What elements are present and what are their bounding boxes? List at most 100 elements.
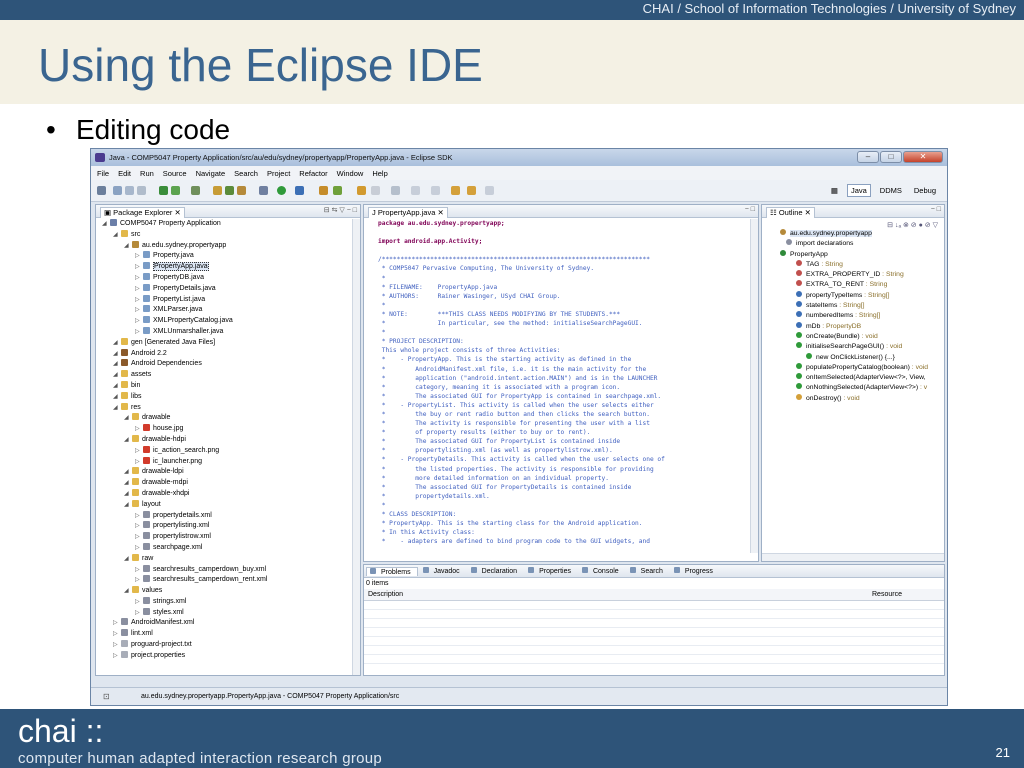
- tree-item[interactable]: ▷ project.properties: [96, 650, 360, 662]
- outline-item[interactable]: onItemSelected(AdapterView<?>, View,: [762, 373, 944, 383]
- editor-scrollbar[interactable]: [750, 219, 758, 553]
- prev-annotation-icon[interactable]: [431, 186, 440, 195]
- tree-item[interactable]: ▷ PropertyApp.java: [96, 262, 360, 273]
- tree-item[interactable]: ◢ values: [96, 586, 360, 597]
- outline-item[interactable]: EXTRA_TO_RENT : String: [762, 280, 944, 290]
- external-tools-icon[interactable]: [295, 186, 304, 195]
- outline-item[interactable]: new OnClickListener() {...}: [762, 352, 944, 363]
- maximize-button[interactable]: □: [880, 151, 902, 163]
- menu-help[interactable]: Help: [372, 169, 387, 178]
- expand-arrow-icon[interactable]: ▷: [135, 521, 143, 532]
- expand-arrow-icon[interactable]: ▷: [135, 424, 143, 435]
- close-button[interactable]: ✕: [903, 151, 943, 163]
- expand-arrow-icon[interactable]: ▷: [135, 446, 143, 457]
- expand-arrow-icon[interactable]: ▷: [113, 651, 121, 662]
- outline-item[interactable]: propertyTypeItems : String[]: [762, 290, 944, 301]
- package-explorer-scrollbar[interactable]: [352, 219, 360, 675]
- outline-hscrollbar[interactable]: [762, 553, 944, 561]
- check-icon[interactable]: [191, 186, 200, 195]
- new-class-icon[interactable]: [225, 186, 234, 195]
- expand-arrow-icon[interactable]: ▷: [135, 262, 143, 273]
- tree-item[interactable]: ▷ strings.xml: [96, 596, 360, 608]
- menu-edit[interactable]: Edit: [118, 169, 131, 178]
- expand-arrow-icon[interactable]: ◢: [124, 478, 132, 489]
- tree-item[interactable]: ◢ drawable-hdpi: [96, 434, 360, 446]
- tree-item[interactable]: ▷ ic_launcher.png: [96, 456, 360, 468]
- outline-item[interactable]: stateItems : String[]: [762, 301, 944, 311]
- outline-item[interactable]: onCreate(Bundle) : void: [762, 331, 944, 342]
- run-icon[interactable]: [277, 186, 286, 195]
- tree-item[interactable]: ▷ PropertyDetails.java: [96, 283, 360, 295]
- tree-item[interactable]: ◢ bin: [96, 380, 360, 392]
- tree-item[interactable]: ◢ Android 2.2: [96, 348, 360, 360]
- expand-arrow-icon[interactable]: ◢: [113, 381, 121, 392]
- fast-view-icon[interactable]: ⊡: [103, 692, 110, 701]
- print-icon[interactable]: [137, 186, 146, 195]
- outline-item[interactable]: EXTRA_PROPERTY_ID : String: [762, 270, 944, 280]
- outline-item[interactable]: TAG : String: [762, 259, 944, 270]
- tree-item[interactable]: ◢ COMP5047 Property Application: [96, 219, 360, 230]
- expand-arrow-icon[interactable]: ◢: [113, 403, 121, 414]
- expand-arrow-icon[interactable]: ◢: [113, 392, 121, 403]
- outline-item[interactable]: PropertyApp: [762, 249, 944, 260]
- expand-arrow-icon[interactable]: ◢: [113, 349, 121, 360]
- expand-arrow-icon[interactable]: ◢: [113, 338, 121, 349]
- tree-item[interactable]: ◢ au.edu.sydney.propertyapp: [96, 240, 360, 252]
- code-editor[interactable]: package au.edu.sydney.propertyapp; import…: [378, 219, 746, 546]
- last-edit-icon[interactable]: [451, 186, 460, 195]
- expand-arrow-icon[interactable]: ▷: [135, 565, 143, 576]
- expand-arrow-icon[interactable]: ▷: [135, 457, 143, 468]
- outline-item[interactable]: onDestroy() : void: [762, 393, 944, 404]
- tab-progress[interactable]: Progress: [671, 567, 719, 575]
- expand-arrow-icon[interactable]: ◢: [113, 359, 121, 370]
- next-annotation-icon[interactable]: [411, 186, 420, 195]
- expand-arrow-icon[interactable]: ◢: [124, 554, 132, 565]
- tab-outline[interactable]: ☷ Outline ✕: [766, 207, 815, 218]
- expand-arrow-icon[interactable]: ◢: [124, 435, 132, 446]
- tree-item[interactable]: ◢ drawable-ldpi: [96, 467, 360, 478]
- tab-console[interactable]: Console: [579, 567, 625, 575]
- menu-refactor[interactable]: Refactor: [299, 169, 327, 178]
- minimize-button[interactable]: –: [857, 151, 879, 163]
- expand-arrow-icon[interactable]: ◢: [124, 241, 132, 252]
- tree-item[interactable]: ▷ propertylistrow.xml: [96, 532, 360, 543]
- expand-arrow-icon[interactable]: ◢: [102, 219, 110, 230]
- expand-arrow-icon[interactable]: ▷: [113, 618, 121, 629]
- expand-arrow-icon[interactable]: ◢: [124, 413, 132, 424]
- expand-arrow-icon[interactable]: ▷: [135, 597, 143, 608]
- tree-item[interactable]: ◢ layout: [96, 499, 360, 511]
- tree-item[interactable]: ▷ Property.java: [96, 251, 360, 262]
- new-icon[interactable]: [97, 186, 106, 195]
- outline-item[interactable]: initialiseSearchPageGUI() : void: [762, 342, 944, 352]
- editor-controls[interactable]: − □: [745, 206, 755, 213]
- expand-arrow-icon[interactable]: ▷: [113, 640, 121, 651]
- android-sdk-icon[interactable]: [159, 186, 168, 195]
- open-resource-icon[interactable]: [319, 186, 328, 195]
- tab-editor-file[interactable]: J PropertyApp.java ✕: [368, 207, 448, 218]
- tree-item[interactable]: ▷ AndroidManifest.xml: [96, 618, 360, 629]
- tree-item[interactable]: ▷ propertydetails.xml: [96, 510, 360, 522]
- outline-item[interactable]: onNothingSelected(AdapterView<?>) : v: [762, 383, 944, 393]
- outline-toolbar[interactable]: ⊟ ↓ₐ ⊗ ⊘ ● ⊘ ▽: [887, 221, 938, 229]
- perspective-debug[interactable]: Debug: [911, 185, 939, 196]
- tree-item[interactable]: ▷ PropertyList.java: [96, 294, 360, 306]
- tree-item[interactable]: ◢ drawable: [96, 413, 360, 424]
- expand-arrow-icon[interactable]: ◢: [124, 489, 132, 500]
- expand-arrow-icon[interactable]: ▷: [135, 305, 143, 316]
- debug-icon[interactable]: [259, 186, 268, 195]
- open-perspective-icon[interactable]: ▦: [828, 185, 841, 196]
- expand-arrow-icon[interactable]: ◢: [124, 586, 132, 597]
- column-description[interactable]: Description: [368, 591, 403, 598]
- tree-item[interactable]: ◢ assets: [96, 370, 360, 381]
- column-resource[interactable]: Resource: [872, 591, 902, 598]
- expand-arrow-icon[interactable]: ▷: [135, 327, 143, 338]
- tree-item[interactable]: ◢ drawable-xhdpi: [96, 488, 360, 500]
- window-titlebar[interactable]: Java - COMP5047 Property Application/src…: [91, 149, 947, 166]
- expand-arrow-icon[interactable]: ▷: [135, 543, 143, 554]
- tree-item[interactable]: ◢ res: [96, 402, 360, 414]
- tab-problems[interactable]: Problems: [366, 566, 418, 576]
- expand-arrow-icon[interactable]: ▷: [135, 511, 143, 522]
- toggle-icon[interactable]: [391, 186, 400, 195]
- tab-declaration[interactable]: Declaration: [468, 567, 523, 575]
- expand-arrow-icon[interactable]: ▷: [135, 575, 143, 586]
